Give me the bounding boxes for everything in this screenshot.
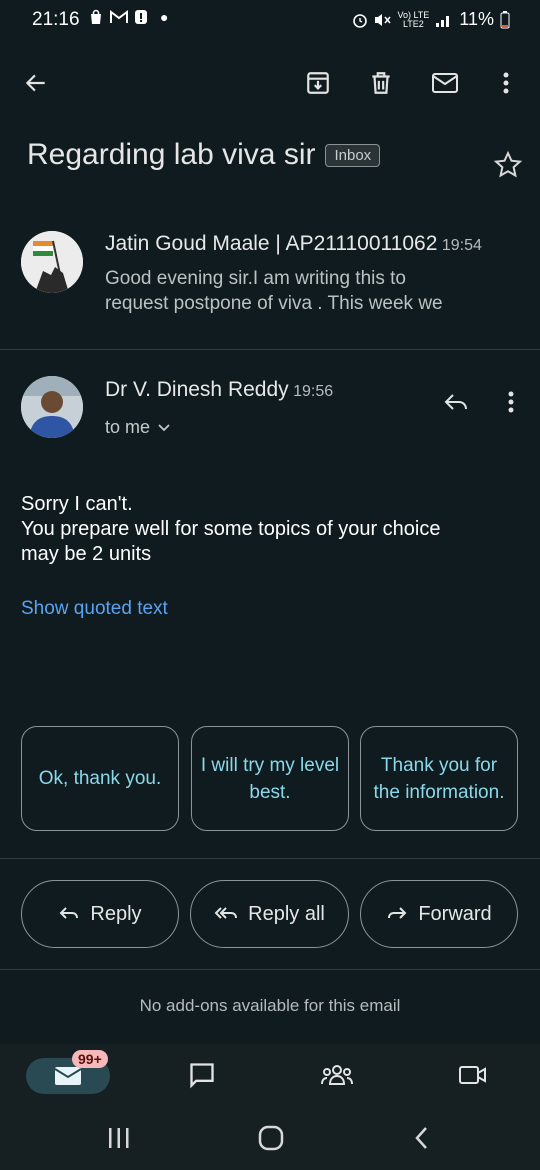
- avatar[interactable]: [21, 376, 83, 438]
- status-bar: 21:16 ● Vo) LTE LTE2 11%: [0, 0, 540, 40]
- mark-unread-button[interactable]: [423, 61, 467, 105]
- sender-avatar-flag-image: [21, 231, 83, 293]
- recipient-details-toggle[interactable]: to me: [105, 417, 170, 438]
- show-quoted-text-link[interactable]: Show quoted text: [21, 598, 168, 620]
- back-button[interactable]: [14, 61, 58, 105]
- recents-icon: [109, 1128, 129, 1148]
- message-more-button[interactable]: [489, 380, 533, 424]
- chat-icon: [190, 1063, 214, 1089]
- reply-label: Reply: [90, 902, 142, 925]
- nav-chat[interactable]: [180, 1053, 224, 1097]
- spaces-icon: [321, 1065, 353, 1085]
- home-button[interactable]: [258, 1125, 284, 1156]
- mute-icon: [375, 13, 392, 26]
- meet-icon: [459, 1066, 486, 1084]
- more-vert-icon: [508, 391, 514, 413]
- nav-meet[interactable]: [451, 1053, 495, 1097]
- message-time: 19:54: [441, 237, 482, 254]
- delete-button[interactable]: [359, 61, 403, 105]
- shopping-bag-icon: [91, 9, 101, 24]
- reply-button[interactable]: Reply: [21, 880, 179, 948]
- forward-icon: [388, 907, 407, 919]
- star-icon: [493, 150, 523, 178]
- recipient-text: to me: [105, 417, 151, 437]
- smart-reply-chip[interactable]: Ok, thank you.: [21, 726, 179, 831]
- reply-icon: [60, 907, 79, 919]
- message-header: Jatin Goud Maale | AP21110011062 19:54: [105, 232, 482, 256]
- star-button[interactable]: [493, 150, 523, 185]
- gmail-notification-icon: [110, 10, 128, 23]
- reply-all-icon: [214, 907, 238, 919]
- sender-name: Dr V. Dinesh Reddy: [105, 378, 289, 401]
- sender-avatar-photo: [21, 376, 83, 438]
- archive-icon: [307, 72, 329, 94]
- status-right-icons: Vo) LTE LTE2 11%: [353, 9, 510, 30]
- system-back-button[interactable]: [412, 1126, 432, 1155]
- mail-icon: [432, 73, 458, 93]
- sender-name: Jatin Goud Maale | AP21110011062: [105, 232, 438, 255]
- smart-reply-chip[interactable]: I will try my level best.: [191, 726, 349, 831]
- reply-all-button[interactable]: Reply all: [190, 880, 349, 948]
- addons-message: No add-ons available for this email: [139, 996, 401, 1015]
- smart-reply-chip[interactable]: Thank you for the information.: [360, 726, 518, 831]
- battery-percent: 11%: [459, 9, 494, 29]
- chevron-down-icon: [158, 423, 170, 431]
- more-options-button[interactable]: [484, 61, 528, 105]
- inbox-label[interactable]: Inbox: [325, 143, 381, 167]
- network-type: Vo) LTE LTE2: [397, 9, 430, 29]
- dot-icon: ●: [160, 9, 169, 25]
- mail-icon: [54, 1067, 82, 1085]
- alert-notification-icon: [135, 10, 147, 24]
- message-snippet: Good evening sir.I am writing this to re…: [105, 268, 443, 314]
- unread-count-badge: 99+: [72, 1050, 108, 1068]
- forward-label: Forward: [418, 902, 492, 925]
- divider: [0, 858, 540, 859]
- chevron-left-icon: [415, 1127, 427, 1149]
- back-arrow-icon: [25, 74, 45, 92]
- message-time: 19:56: [293, 383, 334, 400]
- more-vert-icon: [503, 72, 509, 94]
- message-body: Sorry I can't. You prepare well for some…: [21, 493, 441, 565]
- signal-icon: [436, 15, 450, 27]
- subject-title: Regarding lab viva sir: [27, 138, 316, 171]
- reply-icon-button[interactable]: [434, 380, 478, 424]
- status-time: 21:16: [32, 9, 80, 30]
- reply-icon: [444, 394, 467, 410]
- delete-icon: [372, 72, 390, 94]
- archive-button[interactable]: [296, 61, 340, 105]
- alarm-icon: [353, 13, 368, 28]
- forward-button[interactable]: Forward: [360, 880, 518, 948]
- battery-icon: [500, 10, 510, 28]
- nav-spaces[interactable]: [315, 1053, 359, 1097]
- home-icon: [258, 1125, 284, 1151]
- message-collapsed[interactable]: Jatin Goud Maale | AP21110011062 19:54 G…: [0, 218, 540, 348]
- divider: [0, 969, 540, 970]
- email-subject: Regarding lab viva sir Inbox: [27, 138, 381, 172]
- status-left-icons: ●: [88, 9, 168, 25]
- avatar: [21, 231, 83, 293]
- recents-button[interactable]: [106, 1126, 132, 1155]
- reply-all-label: Reply all: [248, 902, 325, 925]
- divider: [0, 349, 540, 350]
- message-header: Dr V. Dinesh Reddy 19:56: [105, 378, 333, 402]
